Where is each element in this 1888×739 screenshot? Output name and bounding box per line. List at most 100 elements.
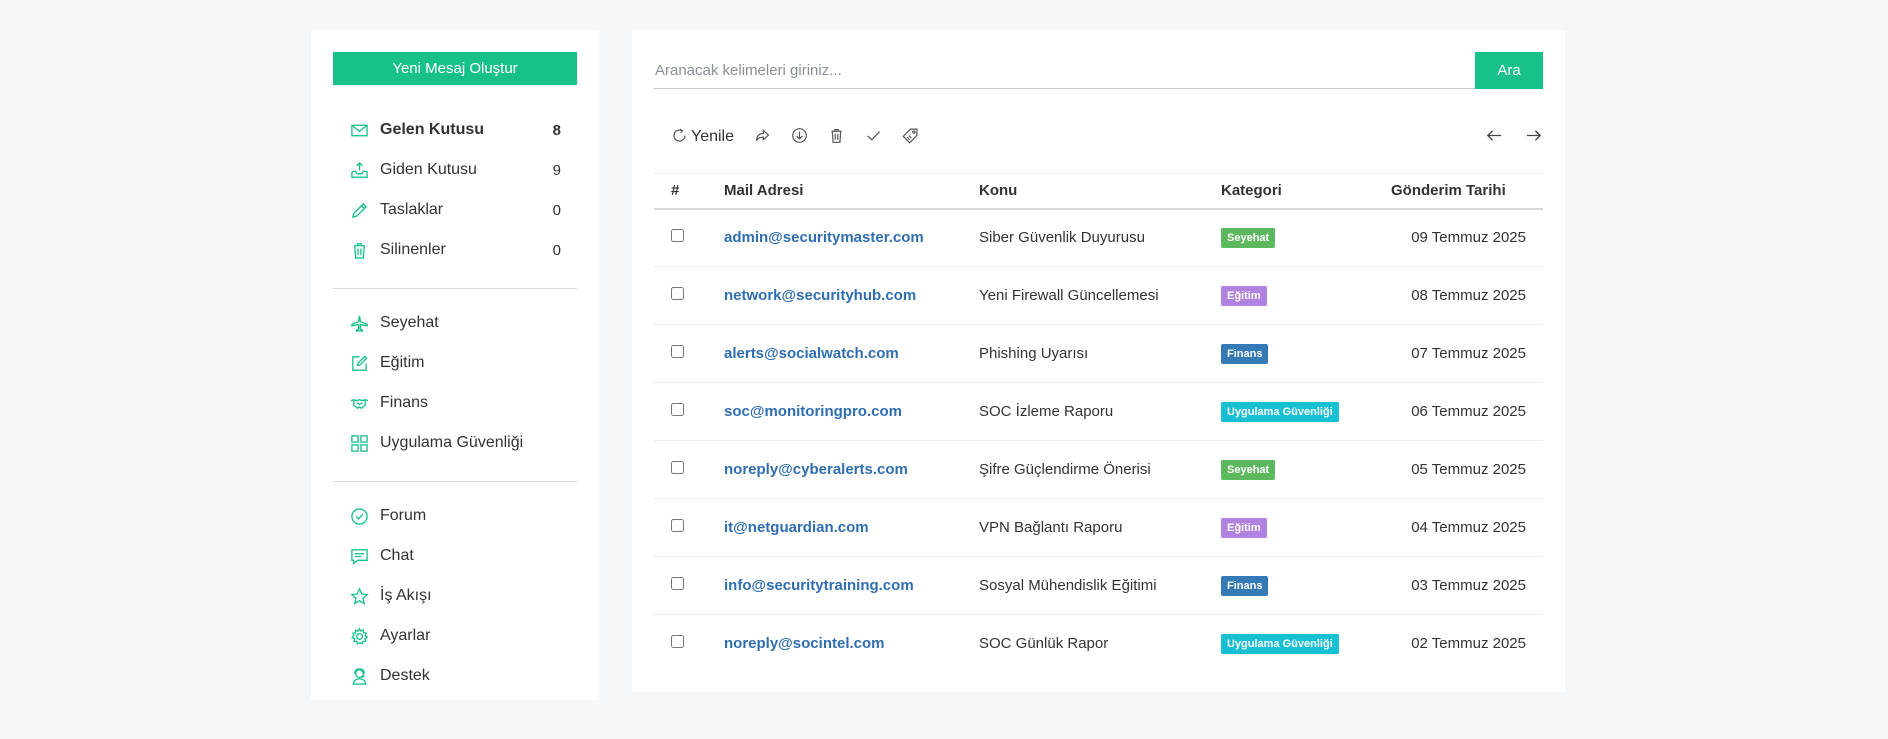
sidebar-item-finans[interactable]: Finans	[333, 383, 577, 423]
sidebar-item-forum[interactable]: Forum	[333, 496, 577, 536]
new-message-button[interactable]: Yeni Mesaj Oluştur	[333, 52, 577, 85]
mail-cell: info@securitytraining.com	[724, 557, 979, 615]
category-badge: Uygulama Güvenliği	[1221, 633, 1339, 654]
handshake-icon	[349, 393, 369, 413]
next-page-button[interactable]	[1524, 126, 1543, 149]
sidebar-item-chat[interactable]: Chat	[333, 536, 577, 576]
mail-address-link[interactable]: info@securitytraining.com	[724, 577, 914, 594]
table-row[interactable]: alerts@socialwatch.com Phishing Uyarısı Fi…	[654, 325, 1543, 383]
row-checkbox[interactable]	[671, 287, 684, 300]
arrow-left-icon	[1485, 126, 1504, 149]
date-cell: 04 Temmuz 2025	[1411, 519, 1526, 536]
refresh-label: Yenile	[691, 128, 735, 145]
edit-note-icon	[349, 353, 369, 373]
mail-cell: network@securityhub.com	[724, 267, 979, 325]
row-checkbox[interactable]	[671, 345, 684, 358]
table-row[interactable]: admin@securitymaster.com Siber Güvenlik D…	[654, 209, 1543, 267]
category-cell: Uygulama Güvenliği	[1221, 383, 1391, 441]
chat-bubble-icon	[349, 546, 369, 566]
mail-cell: noreply@socintel.com	[724, 615, 979, 673]
row-select-cell	[654, 209, 724, 267]
sidebar-item-label: Gelen Kutusu	[380, 121, 485, 138]
mail-address-link[interactable]: noreply@cyberalerts.com	[724, 461, 908, 478]
sidebar-item-count: 8	[552, 121, 561, 139]
search-button[interactable]: Ara	[1475, 52, 1543, 89]
subject-cell: Şifre Güçlendirme Önerisi	[979, 461, 1151, 478]
search-bar: Ara	[654, 52, 1543, 89]
mail-address-link[interactable]: network@securityhub.com	[724, 287, 916, 304]
search-input[interactable]	[654, 52, 1475, 89]
row-checkbox[interactable]	[671, 635, 684, 649]
sidebar-item-inbox[interactable]: Gelen Kutusu 8	[333, 110, 577, 150]
table-row[interactable]: soc@monitoringpro.com SOC İzleme Raporu Uy…	[654, 383, 1543, 441]
row-checkbox[interactable]	[671, 519, 684, 532]
tag-icon	[902, 127, 919, 148]
sidebar-item-seyehat[interactable]: Seyehat	[333, 303, 577, 343]
row-select-cell	[654, 383, 724, 441]
date-cell: 03 Temmuz 2025	[1411, 577, 1526, 594]
prev-page-button[interactable]	[1485, 126, 1504, 149]
row-select-cell	[654, 499, 724, 557]
subject-cell: SOC Günlük Rapor	[979, 635, 1109, 653]
sidebar-item-deleted[interactable]: Silinenler 0	[333, 230, 577, 270]
table-row[interactable]: info@securitytraining.com Sosyal Mühendis…	[654, 557, 1543, 615]
sidebar-item-label: Silinenler	[380, 241, 446, 258]
sidebar-item-outbox[interactable]: Giden Kutusu 9	[333, 150, 577, 190]
row-select-cell	[654, 325, 724, 383]
delete-button[interactable]	[828, 127, 845, 148]
sidebar-item-destek[interactable]: Destek	[333, 656, 577, 696]
category-badge: Eğitim	[1221, 285, 1267, 306]
mail-address-link[interactable]: noreply@socintel.com	[724, 635, 885, 652]
sidebar-item-label: Destek	[380, 667, 430, 684]
mail-cell: soc@monitoringpro.com	[724, 383, 979, 441]
mail-cell: noreply@cyberalerts.com	[724, 441, 979, 499]
sidebar-divider	[333, 288, 577, 289]
column-header-num: #	[671, 182, 680, 200]
subject-cell: Siber Güvenlik Duyurusu	[979, 229, 1145, 247]
refresh-button[interactable]: Yenile	[671, 127, 734, 148]
date-cell: 02 Temmuz 2025	[1411, 635, 1526, 653]
trash-icon	[349, 240, 369, 260]
row-checkbox[interactable]	[671, 577, 684, 590]
date-cell: 09 Temmuz 2025	[1411, 229, 1526, 247]
mail-address-link[interactable]: it@netguardian.com	[724, 519, 869, 536]
download-circle-icon	[791, 127, 808, 148]
date-cell: 07 Temmuz 2025	[1411, 345, 1526, 362]
column-header-category: Kategori	[1221, 182, 1282, 200]
sidebar-item-label: Ayarlar	[380, 627, 431, 644]
gear-icon	[349, 626, 369, 646]
mark-read-button[interactable]	[865, 127, 882, 148]
column-header-date: Gönderim Tarihi	[1391, 182, 1506, 200]
sidebar-item-ayarlar[interactable]: Ayarlar	[333, 616, 577, 656]
check-circle-icon	[349, 506, 369, 526]
mail-address-link[interactable]: alerts@socialwatch.com	[724, 345, 899, 362]
sidebar-item-count: 0	[552, 241, 561, 259]
sidebar-item-count: 0	[552, 201, 561, 219]
table-row[interactable]: network@securityhub.com Yeni Firewall Gün…	[654, 267, 1543, 325]
folder-list: Gelen Kutusu 8 Giden Kutusu 9 Taslaklar …	[333, 110, 577, 270]
table-row[interactable]: noreply@socintel.com SOC Günlük Rapor Uygu…	[654, 615, 1543, 673]
sidebar-item-label: Finans	[380, 394, 429, 411]
row-checkbox[interactable]	[671, 229, 684, 243]
checkmark-icon	[865, 127, 882, 148]
row-checkbox[interactable]	[671, 461, 684, 474]
mail-address-link[interactable]: admin@securitymaster.com	[724, 229, 924, 246]
download-button[interactable]	[791, 127, 808, 148]
row-checkbox[interactable]	[671, 403, 684, 416]
envelope-icon	[349, 120, 369, 140]
sidebar-item-label: Seyehat	[380, 314, 439, 331]
mail-address-link[interactable]: soc@monitoringpro.com	[724, 403, 902, 420]
sidebar-item-is-akisi[interactable]: İş Akışı	[333, 576, 577, 616]
table-row[interactable]: it@netguardian.com VPN Bağlantı Raporu Eği…	[654, 499, 1543, 557]
tag-button[interactable]	[902, 127, 919, 148]
sidebar-item-drafts[interactable]: Taslaklar 0	[333, 190, 577, 230]
sidebar-item-label: Uygulama Güvenliği	[380, 434, 524, 451]
forward-button[interactable]	[754, 127, 771, 148]
sidebar-item-uygulama-guvenligi[interactable]: Uygulama Güvenliği	[333, 423, 577, 463]
date-cell: 08 Temmuz 2025	[1411, 287, 1526, 304]
apps-grid-icon	[349, 433, 369, 453]
subject-cell: Yeni Firewall Güncellemesi	[979, 287, 1159, 304]
table-row[interactable]: noreply@cyberalerts.com Şifre Güçlendirme…	[654, 441, 1543, 499]
sidebar-item-egitim[interactable]: Eğitim	[333, 343, 577, 383]
row-select-cell	[654, 441, 724, 499]
